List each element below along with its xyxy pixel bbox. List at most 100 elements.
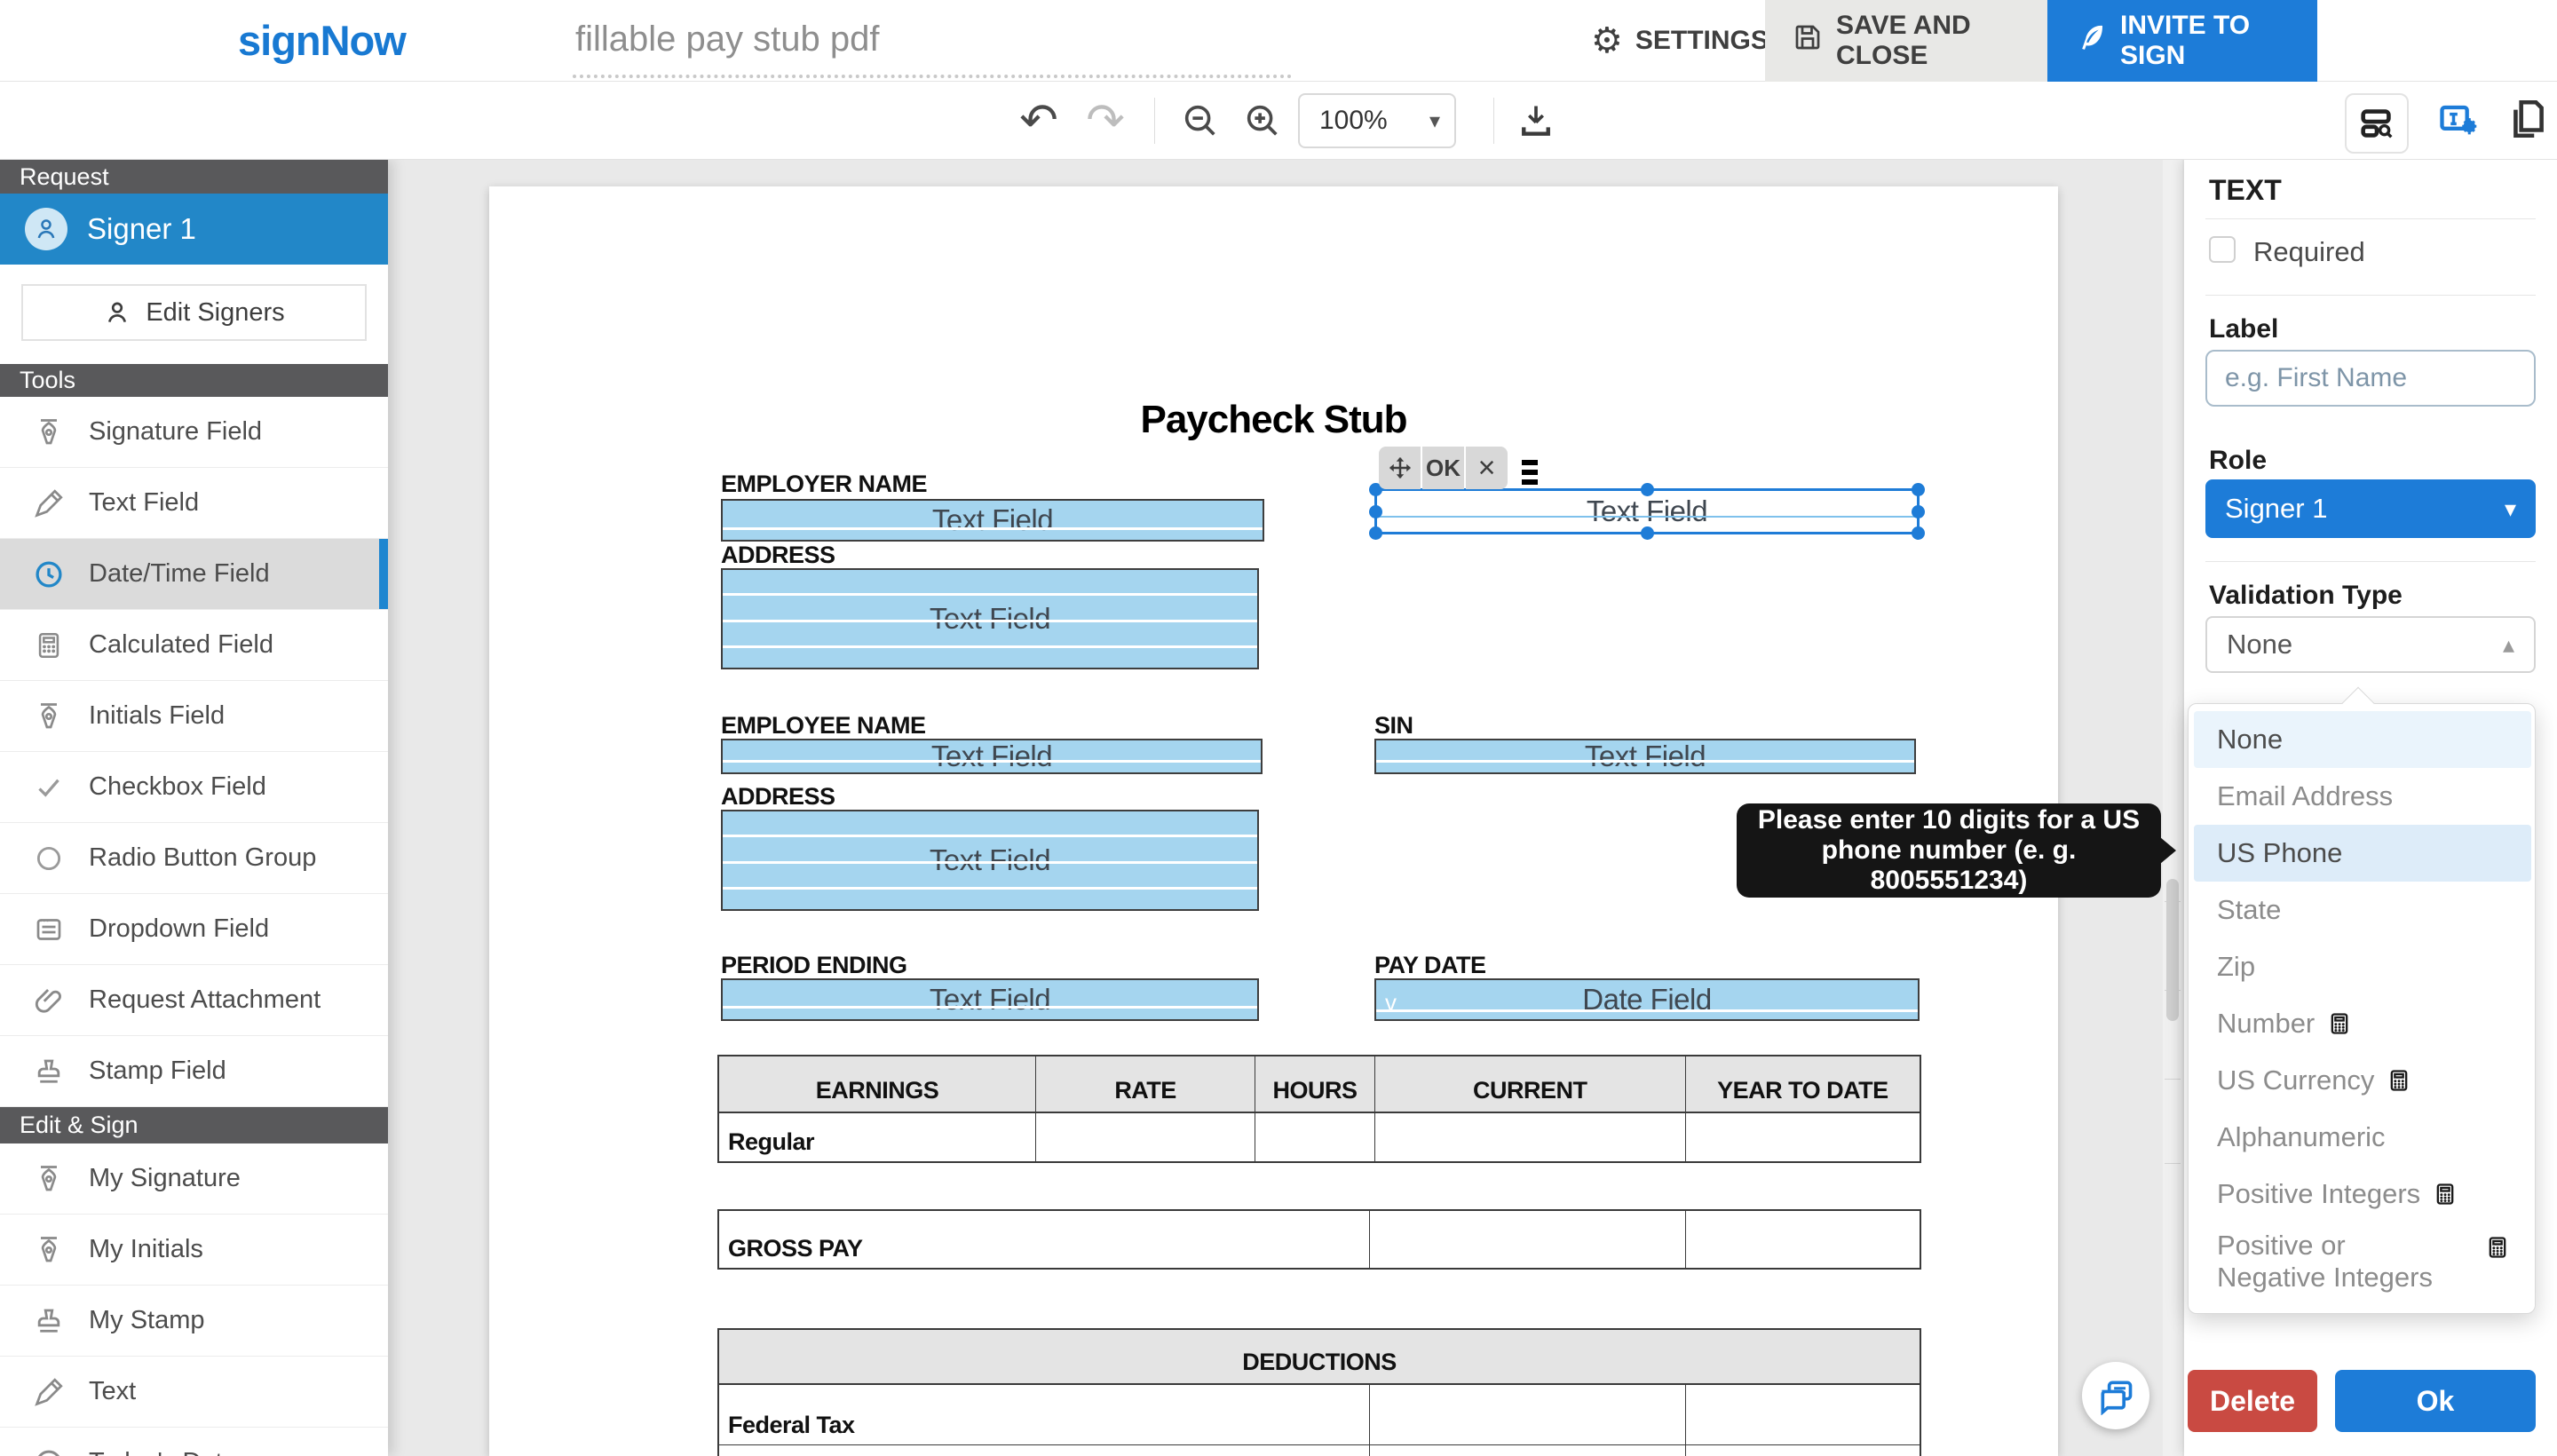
- menu-item-us-currency[interactable]: US Currency: [2194, 1052, 2531, 1109]
- earnings-row-cell: [1036, 1113, 1255, 1161]
- edit-signers-button[interactable]: Edit Signers: [21, 284, 367, 341]
- label-input[interactable]: [2205, 350, 2536, 407]
- sidebar-item-label: My Stamp: [89, 1306, 205, 1335]
- gear-icon: ⚙: [1591, 20, 1623, 61]
- menu-item-us-phone[interactable]: US Phone: [2194, 825, 2531, 882]
- sidebar-item-text-field[interactable]: Text Field: [0, 468, 388, 539]
- sidebar-item-my-stamp[interactable]: My Stamp: [0, 1286, 388, 1357]
- menu-item-none[interactable]: None: [2194, 711, 2531, 768]
- ok-button[interactable]: Ok: [2335, 1370, 2536, 1432]
- menu-item-email-address[interactable]: Email Address: [2194, 768, 2531, 825]
- undo-icon: ↶: [1019, 98, 1058, 144]
- zoom-level-select[interactable]: 100% ▾: [1298, 93, 1456, 148]
- confirm-field-button[interactable]: OK: [1422, 447, 1464, 489]
- gross-pay-cell: [1686, 1211, 1920, 1268]
- resize-handle[interactable]: [1369, 526, 1382, 540]
- menu-item-state[interactable]: State: [2194, 882, 2531, 938]
- remove-field-button[interactable]: ×: [1466, 447, 1508, 489]
- sidebar-item-text[interactable]: Text: [0, 1357, 388, 1428]
- zoom-out-button[interactable]: [1174, 94, 1227, 147]
- sidebar-item-datetime-field[interactable]: Date/Time Field: [0, 539, 388, 610]
- deductions-row-cell: [1370, 1445, 1686, 1456]
- deductions-header-cell: DEDUCTIONS: [719, 1330, 1920, 1383]
- sidebar-item-request-attachment[interactable]: Request Attachment: [0, 965, 388, 1036]
- earnings-row-cell: [1686, 1113, 1920, 1161]
- address2-text-field[interactable]: Text Field: [721, 810, 1259, 911]
- period-ending-text-field[interactable]: Text Field: [721, 978, 1259, 1021]
- earnings-row-cell: [1375, 1113, 1686, 1161]
- sidebar-item-my-signature[interactable]: My Signature: [0, 1143, 388, 1215]
- clock-icon: [32, 1446, 66, 1456]
- panel-scrollbar[interactable]: [2163, 160, 2182, 1456]
- sidebar-signer-1[interactable]: Signer 1: [0, 194, 388, 265]
- zoom-in-button[interactable]: [1236, 94, 1289, 147]
- menu-item-positive-integers[interactable]: Positive Integers: [2194, 1166, 2531, 1223]
- pages-button[interactable]: [2502, 92, 2555, 146]
- undo-button[interactable]: ↶: [1012, 94, 1065, 147]
- sidebar-item-dropdown-field[interactable]: Dropdown Field: [0, 894, 388, 965]
- document-title[interactable]: fillable pay stub pdf: [575, 20, 879, 59]
- sidebar-item-calculated-field[interactable]: Calculated Field: [0, 610, 388, 681]
- fields-list-search-icon: [2356, 103, 2397, 144]
- close-icon: ×: [1478, 451, 1496, 486]
- resize-grip-icon[interactable]: [1522, 460, 1538, 489]
- resize-handle[interactable]: [1369, 505, 1382, 518]
- chat-button[interactable]: [2082, 1362, 2149, 1429]
- menu-item-positive-or-negative-integers[interactable]: Positive or Negative Integers: [2194, 1223, 2531, 1306]
- sidebar-item-radio-button-group[interactable]: Radio Button Group: [0, 823, 388, 894]
- save-and-close-button[interactable]: SAVE AND CLOSE: [1765, 0, 2047, 82]
- sidebar-item-signature-field[interactable]: Signature Field: [0, 397, 388, 468]
- address-text-field[interactable]: Text Field: [721, 568, 1259, 669]
- gross-pay-cell: GROSS PAY: [719, 1211, 1370, 1268]
- copy-pages-icon: [2506, 97, 2551, 141]
- delete-button[interactable]: Delete: [2188, 1370, 2317, 1432]
- earnings-row-cell: Regular: [719, 1113, 1036, 1161]
- tools-sidebar: Request Signer 1 Edit Signers Tools Sign…: [0, 160, 388, 1456]
- sidebar-item-label: Initials Field: [89, 701, 225, 731]
- fields-search-button[interactable]: [2345, 93, 2409, 154]
- download-icon: [1516, 101, 1556, 140]
- pen-nib-icon: [32, 415, 66, 449]
- required-checkbox[interactable]: [2209, 236, 2236, 263]
- field-settings-button[interactable]: [2433, 92, 2486, 146]
- field-row-line: [723, 760, 1261, 763]
- field-selection-toolbar: OK ×: [1379, 447, 1508, 489]
- sidebar-item-initials-field[interactable]: Initials Field: [0, 681, 388, 752]
- sidebar-item-label: Date/Time Field: [89, 559, 270, 589]
- sidebar-item-label: Dropdown Field: [89, 914, 269, 944]
- menu-item-number[interactable]: Number: [2194, 995, 2531, 1052]
- field-row-line: [1376, 760, 1914, 763]
- field-row-line: [723, 887, 1257, 890]
- sidebar-item-stamp-field[interactable]: Stamp Field: [0, 1036, 388, 1107]
- scrollbar-thumb[interactable]: [2166, 879, 2179, 1021]
- sin-text-field[interactable]: Text Field: [1374, 739, 1916, 774]
- resize-handle[interactable]: [1912, 526, 1925, 540]
- date-field-chevron[interactable]: v: [1385, 989, 1397, 1017]
- resize-handle[interactable]: [1641, 526, 1654, 540]
- download-button[interactable]: [1509, 94, 1563, 147]
- move-field-button[interactable]: [1379, 447, 1421, 489]
- sidebar-item-todays-date[interactable]: Today's Date: [0, 1428, 388, 1456]
- sidebar-item-label: Stamp Field: [89, 1056, 226, 1086]
- menu-item-zip[interactable]: Zip: [2194, 938, 2531, 995]
- redo-button[interactable]: ↷: [1079, 94, 1132, 147]
- settings-button[interactable]: ⚙ SETTINGS: [1564, 0, 1795, 82]
- pay-date-date-field[interactable]: v Date Field: [1374, 978, 1920, 1021]
- resize-handle[interactable]: [1641, 483, 1654, 496]
- role-select[interactable]: Signer 1 ▾: [2205, 479, 2536, 538]
- earnings-header-cell: HOURS: [1255, 1056, 1375, 1112]
- employee-name-text-field[interactable]: Text Field: [721, 739, 1263, 774]
- menu-item-alphanumeric[interactable]: Alphanumeric: [2194, 1109, 2531, 1166]
- sidebar-item-label: Today's Date: [89, 1448, 237, 1456]
- validation-type-select[interactable]: None ▴: [2205, 616, 2536, 673]
- employer-name-text-field[interactable]: Text Field: [721, 499, 1264, 542]
- selected-text-field[interactable]: Text Field: [1374, 488, 1920, 534]
- deductions-row-cell: [1370, 1385, 1686, 1444]
- resize-handle[interactable]: [1912, 483, 1925, 496]
- sidebar-item-checkbox-field[interactable]: Checkbox Field: [0, 752, 388, 823]
- invite-to-sign-button[interactable]: INVITE TO SIGN: [2047, 0, 2317, 82]
- field-row-line: [723, 1006, 1257, 1009]
- sidebar-item-my-initials[interactable]: My Initials: [0, 1215, 388, 1286]
- deductions-row-cell: Federal Tax: [719, 1385, 1370, 1444]
- resize-handle[interactable]: [1912, 505, 1925, 518]
